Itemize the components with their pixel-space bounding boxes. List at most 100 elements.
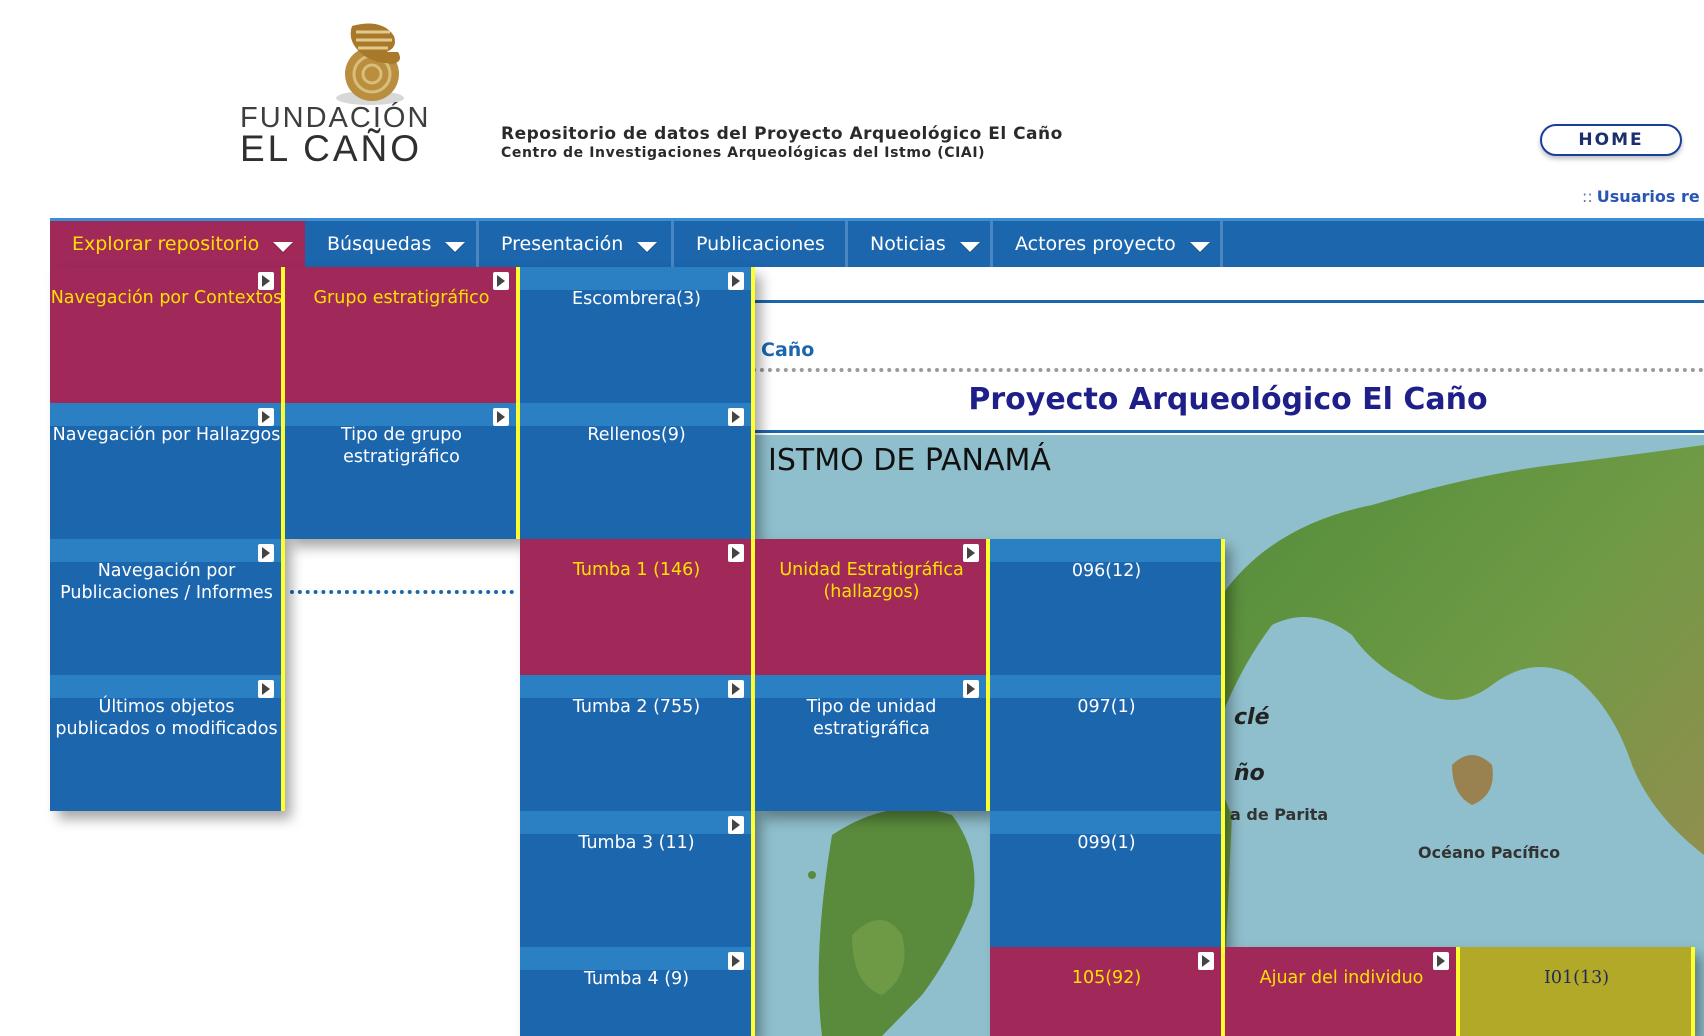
menu-item-label: Tumba 3 (11) (578, 833, 695, 853)
menu-item-label: Unidad Estratigráfica (hallazgos) (779, 560, 964, 602)
menu-item-ultimos-objetos[interactable]: Últimos objetos publicados o modificados (50, 675, 283, 811)
menu-item-label: Tumba 4 (9) (583, 969, 690, 989)
map-label: a de Parita (1230, 805, 1329, 824)
menu-item-label: Últimos objetos publicados o modificados (55, 697, 278, 739)
users-link[interactable]: :: Usuarios re (1582, 187, 1700, 206)
menu-item-label: Grupo estratigráfico (313, 288, 490, 308)
chevron-down-icon (959, 242, 980, 252)
chevron-right-icon (258, 680, 274, 698)
chevron-down-icon (637, 242, 658, 252)
menu-column-5: 096(12) 097(1) 099(1) 105(92) (990, 539, 1223, 1036)
menu-item-tumba-4[interactable]: Tumba 4 (9) (520, 947, 753, 1036)
chevron-right-icon (493, 272, 509, 290)
menu-item-tumba-1[interactable]: Tumba 1 (146) (520, 539, 753, 675)
menu-item-unidad-estratigrafica[interactable]: Unidad Estratigráfica (hallazgos) (755, 539, 988, 675)
menu-item-label: Tipo de unidad estratigráfica (806, 697, 937, 739)
menu-item-label: I01(13) (1543, 968, 1610, 988)
menu-item-097[interactable]: 097(1) (990, 675, 1223, 811)
chevron-right-icon (258, 408, 274, 426)
menu-item-navegacion-publicaciones[interactable]: Navegación por Publicaciones / Informes (50, 539, 283, 675)
logo-text-line2: EL CAÑO (240, 128, 423, 169)
chevron-right-icon (1198, 952, 1214, 970)
connector-line (290, 590, 514, 594)
nav-presentacion[interactable]: Presentación (479, 221, 674, 267)
menu-item-ajuar-individuo[interactable]: Ajuar del individuo (1225, 947, 1458, 1036)
chevron-right-icon (493, 408, 509, 426)
divider (752, 300, 1704, 303)
nav-label: Actores proyecto (1015, 233, 1176, 255)
home-button[interactable]: HOME (1540, 124, 1682, 156)
menu-column-6: Ajuar del individuo (1225, 947, 1458, 1036)
repository-subtitle: Centro de Investigaciones Arqueológicas … (501, 145, 986, 161)
chevron-down-icon (445, 242, 466, 252)
users-link-label: Usuarios re (1596, 187, 1700, 206)
menu-item-label: Rellenos(9) (587, 425, 686, 445)
menu-item-096[interactable]: 096(12) (990, 539, 1223, 675)
chevron-right-icon (728, 408, 744, 426)
menu-item-tumba-3[interactable]: Tumba 3 (11) (520, 811, 753, 947)
chevron-right-icon (963, 680, 979, 698)
breadcrumb[interactable]: Caño (761, 339, 814, 361)
map-label: clé (1234, 705, 1270, 730)
menu-column-1: Navegación por Contextos Navegación por … (50, 267, 283, 811)
menu-column-3: Escombrera(3) Rellenos(9) Tumba 1 (146) … (520, 267, 753, 1036)
chevron-right-icon (1433, 952, 1449, 970)
chevron-right-icon (728, 272, 744, 290)
menu-column-7: I01(13) (1460, 947, 1693, 1036)
nav-label: Presentación (501, 233, 624, 255)
menu-item-label: Tumba 1 (146) (572, 560, 701, 580)
nav-busquedas[interactable]: Búsquedas (305, 221, 479, 267)
nav-label: Publicaciones (696, 233, 825, 255)
chevron-right-icon (258, 272, 274, 290)
menu-item-navegacion-contextos[interactable]: Navegación por Contextos (50, 267, 283, 403)
map-label: Océano Pacífico (1418, 843, 1561, 862)
nav-actores-proyecto[interactable]: Actores proyecto (993, 221, 1223, 267)
nav-label: Explorar repositorio (72, 233, 260, 255)
menu-item-label: Navegación por Hallazgos (52, 425, 281, 445)
map-label: ño (1234, 761, 1265, 786)
divider (752, 430, 1704, 433)
main-nav: Explorar repositorio Búsquedas Presentac… (50, 218, 1704, 267)
menu-item-i01[interactable]: I01(13) (1460, 947, 1693, 1036)
nav-explorar-repositorio[interactable]: Explorar repositorio (50, 221, 305, 267)
chevron-right-icon (728, 816, 744, 834)
menu-separator (1691, 947, 1695, 1036)
dotted-divider (752, 368, 1704, 372)
seahorse-logo-icon (336, 23, 404, 105)
chevron-down-icon (273, 242, 294, 252)
menu-item-tipo-grupo[interactable]: Tipo de grupo estratigráfico (285, 403, 518, 539)
users-link-separator: :: (1582, 187, 1593, 206)
chevron-right-icon (258, 544, 274, 562)
menu-item-label: 097(1) (1077, 697, 1136, 717)
menu-item-105[interactable]: 105(92) (990, 947, 1223, 1036)
repository-title: Repositorio de datos del Proyecto Arqueo… (501, 124, 1063, 144)
menu-item-grupo-estratigrafico[interactable]: Grupo estratigráfico (285, 267, 518, 403)
chevron-right-icon (728, 680, 744, 698)
menu-item-tipo-unidad[interactable]: Tipo de unidad estratigráfica (755, 675, 988, 811)
menu-item-099[interactable]: 099(1) (990, 811, 1223, 947)
logo[interactable]: FUNDACIÓN EL CAÑO (240, 18, 476, 169)
nav-label: Búsquedas (327, 233, 432, 255)
menu-item-label: 099(1) (1077, 833, 1136, 853)
map-title: ISTMO DE PANAMÁ (768, 443, 1051, 478)
chevron-right-icon (728, 544, 744, 562)
menu-item-rellenos[interactable]: Rellenos(9) (520, 403, 753, 539)
chevron-right-icon (728, 952, 744, 970)
menu-item-tumba-2[interactable]: Tumba 2 (755) (520, 675, 753, 811)
menu-item-label: Escombrera(3) (572, 289, 701, 309)
menu-item-label: Navegación por Publicaciones / Informes (60, 561, 273, 603)
menu-item-label: Navegación por Contextos (50, 288, 283, 308)
page-title: Proyecto Arqueológico El Caño (968, 382, 1488, 417)
menu-item-label: Tumba 2 (755) (572, 697, 701, 717)
chevron-down-icon (1189, 242, 1210, 252)
menu-item-escombrera[interactable]: Escombrera(3) (520, 267, 753, 403)
nav-label: Noticias (870, 233, 946, 255)
nav-noticias[interactable]: Noticias (848, 221, 993, 267)
nav-publicaciones[interactable]: Publicaciones (674, 221, 848, 267)
menu-item-label: 096(12) (1071, 561, 1142, 581)
menu-item-label: Tipo de grupo estratigráfico (340, 425, 463, 467)
menu-column-4: Unidad Estratigráfica (hallazgos) Tipo d… (755, 539, 988, 811)
menu-item-navegacion-hallazgos[interactable]: Navegación por Hallazgos (50, 403, 283, 539)
chevron-right-icon (963, 544, 979, 562)
menu-item-label: Ajuar del individuo (1259, 968, 1424, 988)
